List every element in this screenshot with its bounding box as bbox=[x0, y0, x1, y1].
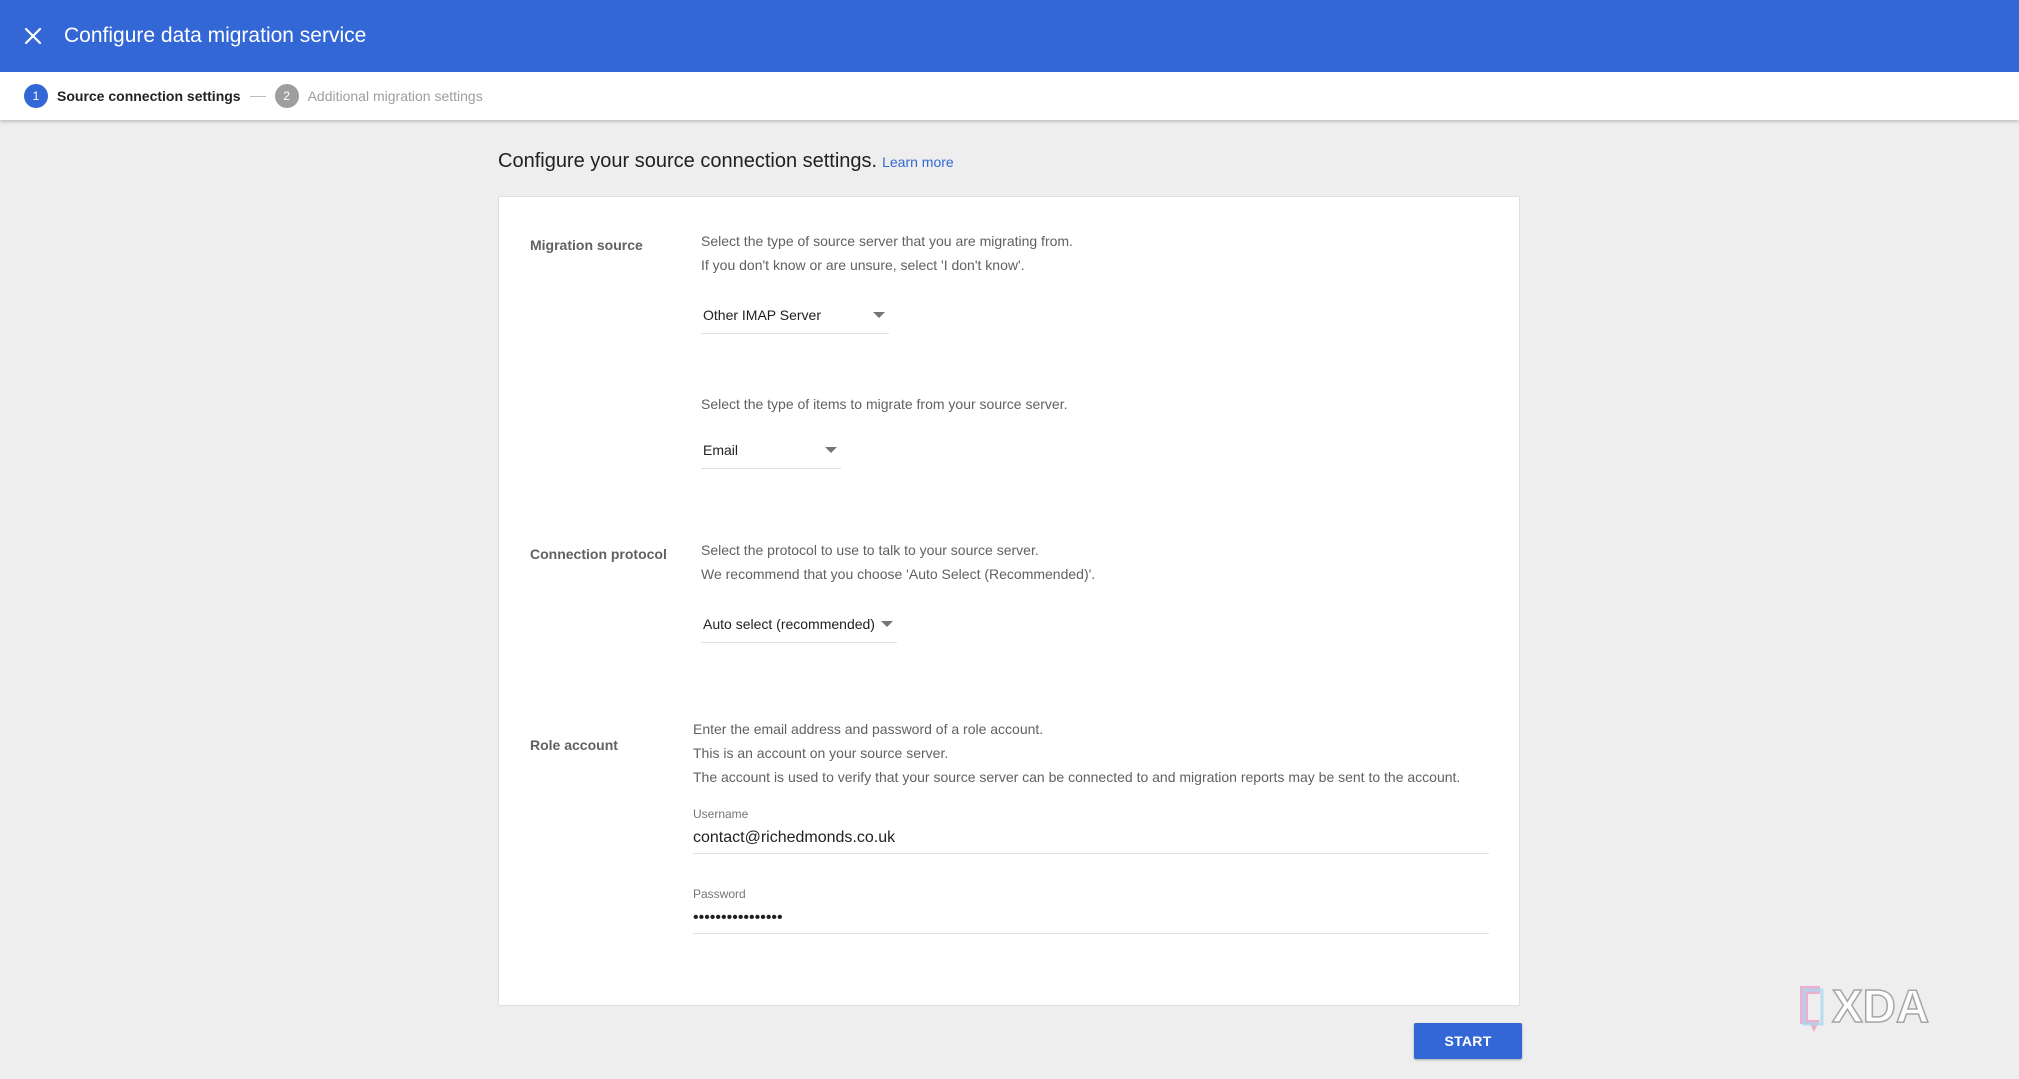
dropdown-arrow-icon bbox=[873, 312, 885, 318]
section-heading: Configure your source connection setting… bbox=[498, 150, 954, 173]
password-input[interactable] bbox=[693, 901, 1489, 934]
stepper: 1 Source connection settings 2 Additiona… bbox=[0, 72, 2019, 120]
step-source-connection[interactable]: 1 Source connection settings bbox=[24, 84, 241, 108]
role-account-help: Enter the email address and password of … bbox=[693, 721, 1461, 785]
close-button[interactable] bbox=[20, 23, 46, 49]
xda-watermark-logo: XDA bbox=[1800, 980, 1930, 1033]
step-divider bbox=[249, 95, 266, 97]
migration-source-help: Select the type of source server that yo… bbox=[701, 233, 1073, 273]
migration-source-label: Migration source bbox=[530, 237, 643, 253]
step-additional-migration[interactable]: 2 Additional migration settings bbox=[274, 84, 483, 108]
top-app-bar: Configure data migration service bbox=[0, 0, 2019, 72]
page-title: Configure data migration service bbox=[64, 24, 367, 47]
step-label: Additional migration settings bbox=[307, 88, 483, 104]
close-icon bbox=[24, 27, 42, 45]
step-label: Source connection settings bbox=[57, 88, 241, 104]
password-field: Password bbox=[693, 887, 1489, 934]
items-select[interactable]: Email bbox=[701, 432, 841, 469]
heading-text: Configure your source connection setting… bbox=[498, 150, 878, 172]
role-account-label: Role account bbox=[530, 737, 618, 753]
settings-card: Migration source Select the type of sour… bbox=[498, 196, 1520, 1006]
learn-more-link[interactable]: Learn more bbox=[882, 154, 954, 170]
connection-protocol-help: Select the protocol to use to talk to yo… bbox=[701, 542, 1096, 582]
connection-protocol-select[interactable]: Auto select (recommended) bbox=[701, 606, 897, 643]
username-field: Username bbox=[693, 807, 1489, 854]
dropdown-arrow-icon bbox=[881, 621, 893, 627]
watermark-text: XDA bbox=[1832, 980, 1929, 1032]
password-label: Password bbox=[693, 887, 746, 901]
step-number: 2 bbox=[274, 84, 299, 108]
items-help: Select the type of items to migrate from… bbox=[701, 396, 1068, 412]
migration-source-select[interactable]: Other IMAP Server bbox=[701, 297, 889, 334]
dropdown-arrow-icon bbox=[825, 447, 837, 453]
start-button[interactable]: START bbox=[1414, 1023, 1522, 1059]
connection-protocol-label: Connection protocol bbox=[530, 546, 667, 562]
step-number: 1 bbox=[24, 84, 48, 108]
username-label: Username bbox=[693, 807, 749, 821]
username-input[interactable] bbox=[693, 821, 1489, 854]
